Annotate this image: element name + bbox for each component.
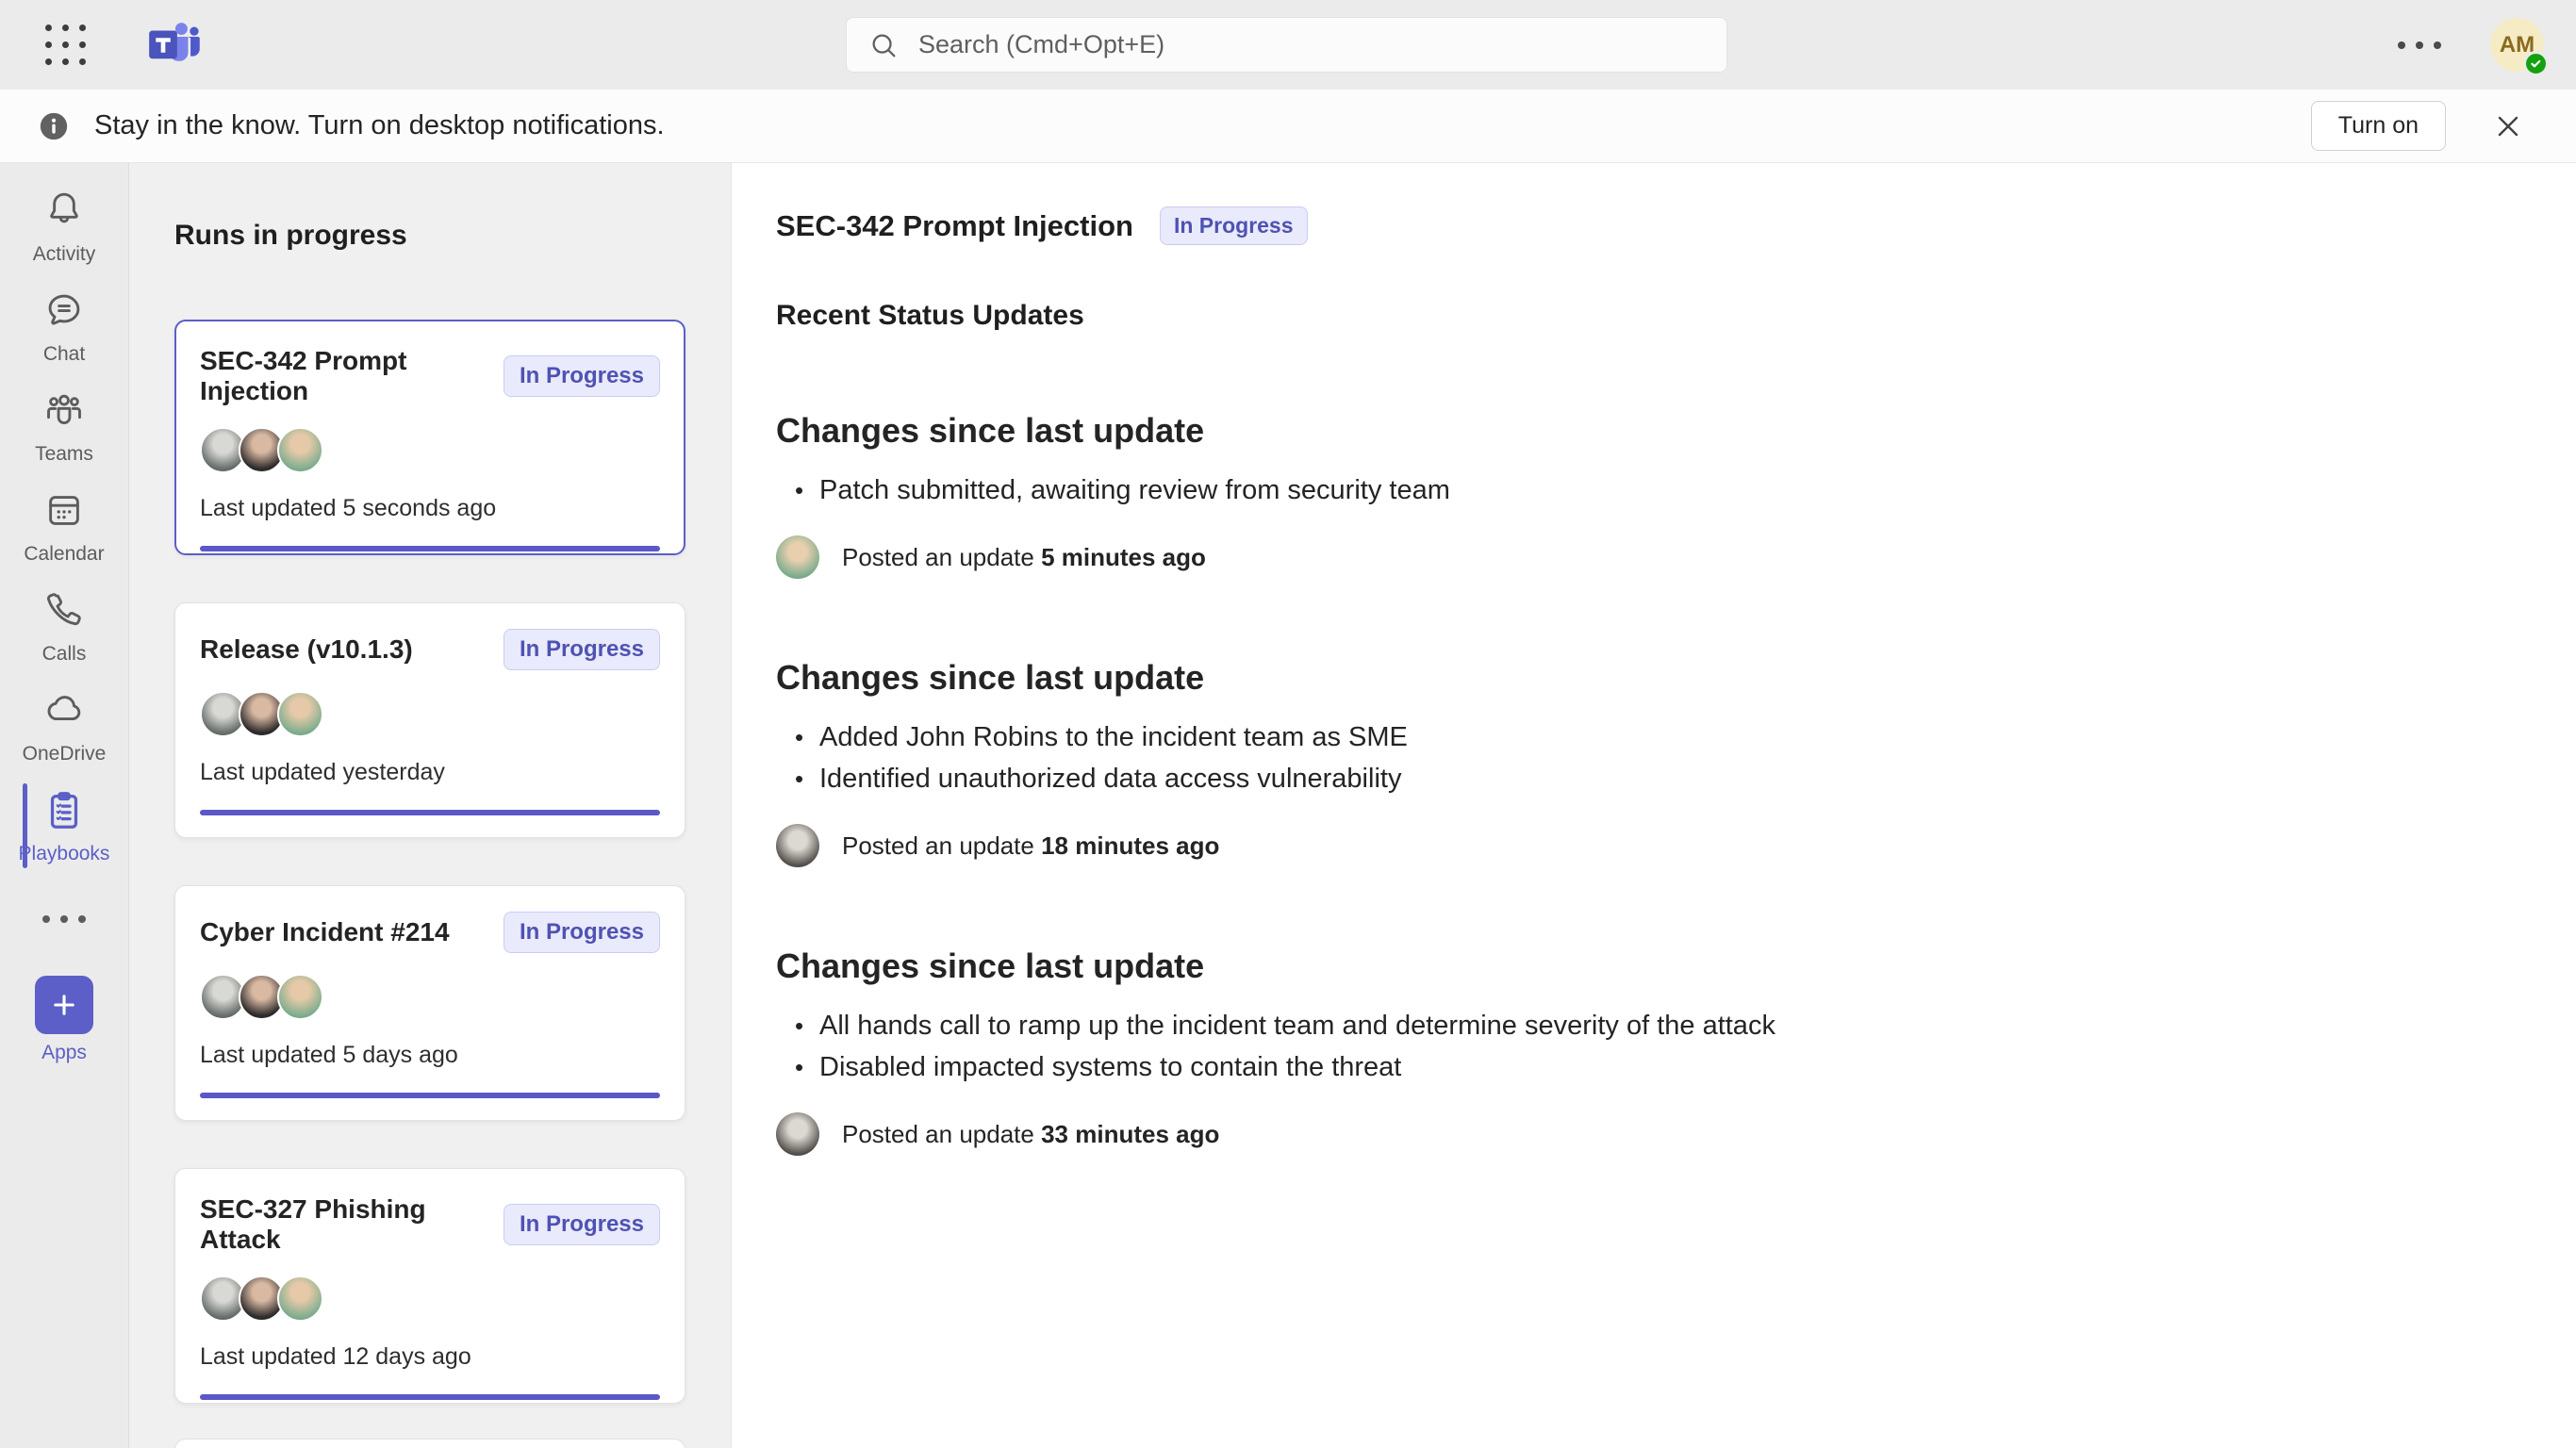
more-options-icon[interactable] bbox=[2398, 41, 2441, 49]
member-avatar bbox=[277, 691, 323, 737]
sidebar-item-chat[interactable]: Chat bbox=[19, 276, 110, 376]
member-avatar bbox=[277, 1275, 323, 1322]
status-badge: In Progress bbox=[504, 912, 660, 953]
sidebar-item-playbooks[interactable]: Playbooks bbox=[19, 776, 110, 876]
app-launcher-icon[interactable] bbox=[45, 25, 86, 65]
sidebar-item-activity[interactable]: Activity bbox=[19, 176, 110, 276]
update-bullets: All hands call to ramp up the incident t… bbox=[776, 1005, 2510, 1088]
run-card[interactable]: SEC-342 Prompt Injection In Progress Las… bbox=[174, 320, 685, 555]
last-updated-text: Last updated 12 days ago bbox=[200, 1343, 660, 1371]
status-badge: In Progress bbox=[504, 1204, 660, 1245]
update-heading: Changes since last update bbox=[776, 411, 2510, 451]
last-updated-text: Last updated 5 days ago bbox=[200, 1042, 660, 1069]
recent-updates-title: Recent Status Updates bbox=[776, 300, 2510, 332]
apps-plus-icon bbox=[35, 976, 93, 1034]
banner-message: Stay in the know. Turn on desktop notifi… bbox=[94, 110, 665, 141]
status-badge: In Progress bbox=[504, 629, 660, 670]
status-update: Changes since last update All hands call… bbox=[776, 946, 2510, 1156]
run-card-title: Cyber Incident #214 bbox=[200, 917, 450, 947]
runs-panel-title: Runs in progress bbox=[174, 220, 685, 252]
run-card[interactable]: SEC-327 Phishing Attack In Progress Last… bbox=[174, 1168, 685, 1404]
status-badge: In Progress bbox=[1160, 206, 1308, 245]
run-card-title: Release (v10.1.3) bbox=[200, 634, 413, 665]
update-bullets: Patch submitted, awaiting review from se… bbox=[776, 469, 2510, 511]
search-bar bbox=[846, 17, 1727, 73]
member-avatar bbox=[277, 427, 323, 473]
member-avatars bbox=[200, 1275, 660, 1322]
member-avatars bbox=[200, 691, 660, 737]
status-badge: In Progress bbox=[504, 355, 660, 397]
bell-icon bbox=[42, 189, 86, 237]
posted-text: Posted an update 33 minutes ago bbox=[842, 1120, 1219, 1149]
phone-icon bbox=[42, 588, 86, 636]
people-icon bbox=[42, 388, 86, 436]
sidebar-item-teams[interactable]: Teams bbox=[19, 376, 110, 476]
cloud-icon bbox=[42, 688, 86, 736]
presence-available-icon bbox=[2523, 51, 2549, 76]
poster-avatar bbox=[776, 1112, 819, 1156]
calendar-icon bbox=[42, 488, 86, 536]
chat-icon bbox=[42, 288, 86, 337]
status-update: Changes since last update Added John Rob… bbox=[776, 658, 2510, 867]
teams-logo-icon bbox=[144, 16, 203, 74]
sidebar-item-onedrive[interactable]: OneDrive bbox=[19, 676, 110, 776]
clipboard-icon bbox=[42, 788, 86, 836]
run-title: SEC-342 Prompt Injection bbox=[776, 209, 1133, 243]
update-bullets: Added John Robins to the incident team a… bbox=[776, 716, 2510, 799]
notification-banner: Stay in the know. Turn on desktop notifi… bbox=[0, 90, 2576, 163]
run-card[interactable]: Release (v10.1.3) In Progress Last updat… bbox=[174, 602, 685, 838]
progress-bar bbox=[200, 546, 660, 551]
run-detail: SEC-342 Prompt Injection In Progress Rec… bbox=[731, 163, 2576, 1448]
search-input[interactable] bbox=[918, 30, 1706, 59]
last-updated-text: Last updated 5 seconds ago bbox=[200, 495, 660, 522]
rail-more-icon[interactable] bbox=[42, 900, 86, 938]
poster-avatar bbox=[776, 535, 819, 579]
bullet-item: All hands call to ramp up the incident t… bbox=[776, 1005, 2510, 1046]
profile-avatar[interactable]: AM bbox=[2490, 18, 2544, 72]
sidebar-item-calendar[interactable]: Calendar bbox=[19, 476, 110, 576]
runs-panel: Runs in progress SEC-342 Prompt Injectio… bbox=[129, 163, 731, 1448]
app-rail: Activity Chat Teams Calendar Calls OneDr… bbox=[0, 163, 129, 1448]
apps-label: Apps bbox=[41, 1042, 87, 1064]
run-card-title: SEC-327 Phishing Attack bbox=[200, 1194, 504, 1255]
search-icon bbox=[867, 29, 900, 61]
bullet-item: Added John Robins to the incident team a… bbox=[776, 716, 2510, 758]
partial-next-card[interactable] bbox=[174, 1439, 685, 1448]
run-card[interactable]: Cyber Incident #214 In Progress Last upd… bbox=[174, 885, 685, 1121]
member-avatars bbox=[200, 974, 660, 1020]
update-heading: Changes since last update bbox=[776, 658, 2510, 698]
sidebar-item-apps[interactable]: Apps bbox=[35, 976, 93, 1064]
bullet-item: Patch submitted, awaiting review from se… bbox=[776, 469, 2510, 511]
bullet-item: Identified unauthorized data access vuln… bbox=[776, 758, 2510, 799]
update-heading: Changes since last update bbox=[776, 946, 2510, 986]
last-updated-text: Last updated yesterday bbox=[200, 759, 660, 786]
info-icon bbox=[38, 110, 70, 142]
progress-bar bbox=[200, 810, 660, 815]
close-icon[interactable] bbox=[2491, 109, 2525, 143]
run-card-title: SEC-342 Prompt Injection bbox=[200, 346, 504, 406]
posted-text: Posted an update 5 minutes ago bbox=[842, 543, 1206, 572]
top-bar: AM bbox=[0, 0, 2576, 90]
turn-on-button[interactable]: Turn on bbox=[2311, 101, 2446, 151]
member-avatar bbox=[277, 974, 323, 1020]
progress-bar bbox=[200, 1394, 660, 1400]
member-avatars bbox=[200, 427, 660, 473]
progress-bar bbox=[200, 1093, 660, 1098]
bullet-item: Disabled impacted systems to contain the… bbox=[776, 1046, 2510, 1088]
poster-avatar bbox=[776, 824, 819, 867]
status-update: Changes since last update Patch submitte… bbox=[776, 411, 2510, 579]
sidebar-item-calls[interactable]: Calls bbox=[19, 576, 110, 676]
posted-text: Posted an update 18 minutes ago bbox=[842, 831, 1219, 861]
